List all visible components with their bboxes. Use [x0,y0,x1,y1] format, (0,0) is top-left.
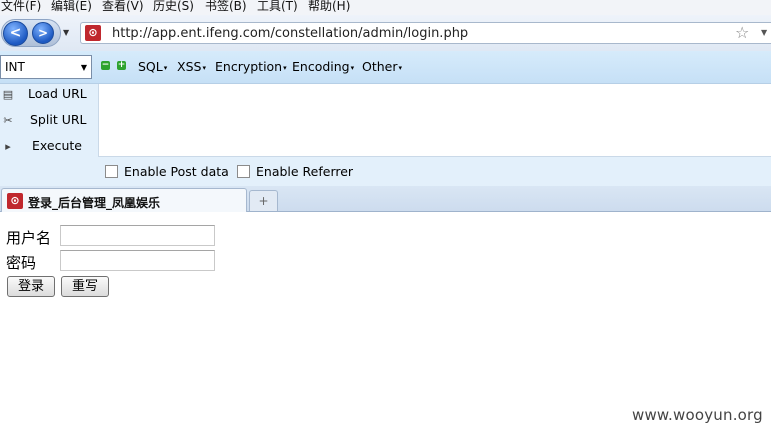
other-menu[interactable]: Other▾ [362,59,402,74]
load-url-icon: ▤ [2,88,14,101]
menu-view[interactable]: 查看(V) [102,0,144,14]
hackbar-url-textarea[interactable] [98,84,771,157]
encryption-menu-label: Encryption [215,59,283,74]
execute-icon: ▸ [5,140,11,153]
split-url-button[interactable]: ✂ Split URL [0,111,98,131]
menu-tools[interactable]: 工具(T) [257,0,298,14]
load-url-label: Load URL [28,86,87,101]
password-label: 密码 [6,254,37,272]
caret-icon: ▾ [350,63,355,72]
load-url-button[interactable]: ▤ Load URL [0,85,98,105]
back-button[interactable]: < [3,21,28,46]
encoding-menu[interactable]: Encoding▾ [292,59,354,74]
site-favicon-icon: ⊙ [85,25,101,41]
tab-favicon-icon: ⊙ [7,193,23,209]
sql-menu-label: SQL [138,59,163,74]
back-arrow-icon: < [9,25,22,41]
watermark: www.wooyun.org [632,406,763,424]
sql-menu[interactable]: SQL▾ [138,59,167,74]
menu-history[interactable]: 历史(S) [153,0,194,14]
url-text[interactable]: http://app.ent.ifeng.com/constellation/a… [112,26,468,41]
tab-login-page[interactable]: ⊙ 登录_后台管理_凤凰娱乐 [1,188,247,212]
tab-strip: ⊙ 登录_后台管理_凤凰娱乐 + [0,186,771,212]
enable-referrer-label: Enable Referrer [256,164,354,179]
checkbox-box[interactable] [237,165,250,178]
split-url-label: Split URL [30,112,87,127]
login-submit-button[interactable]: 登录 [7,276,55,297]
forward-button[interactable]: > [32,22,54,44]
select-value: INT [5,60,25,74]
forward-arrow-icon: > [37,26,49,40]
url-bar[interactable]: ⊙ http://app.ent.ifeng.com/constellation… [80,22,771,44]
scissors-icon: ✂ [3,114,13,127]
menu-bookmarks[interactable]: 书签(B) [205,0,247,14]
hackbar-panel: ▤ Load URL ✂ Split URL ▸ Execute Enable … [0,84,771,186]
caret-icon: ▾ [202,63,206,72]
page-content: 用户名 密码 登录 重写 www.wooyun.org [0,213,771,425]
execute-label: Execute [32,138,82,153]
history-dropdown-icon[interactable]: ▼ [63,28,69,37]
execute-button[interactable]: ▸ Execute [0,137,98,157]
tab-title: 登录_后台管理_凤凰娱乐 [28,196,161,210]
other-menu-label: Other [362,59,398,74]
menu-bar: 文件(F) 编辑(E) 查看(V) 历史(S) 书签(B) 工具(T) 帮助(H… [0,0,771,15]
username-input[interactable] [60,225,215,246]
encoding-menu-label: Encoding [292,59,350,74]
reset-button[interactable]: 重写 [61,276,109,297]
xss-menu[interactable]: XSS▾ [177,59,206,74]
caret-icon: ▾ [163,63,168,72]
plus-icon: + [258,194,269,208]
decrease-icon[interactable]: − [101,61,110,70]
enable-post-data-label: Enable Post data [124,164,229,179]
url-dropdown-icon[interactable]: ▼ [761,28,767,37]
encoding-type-select[interactable]: INT ▼ [0,55,92,79]
new-tab-button[interactable]: + [249,190,278,211]
menu-help[interactable]: 帮助(H) [308,0,350,14]
bookmark-star-icon[interactable]: ☆ [735,23,749,42]
caret-icon: ▾ [398,63,403,72]
nav-buttons: < > [1,19,61,47]
menu-edit[interactable]: 编辑(E) [51,0,92,14]
menu-file[interactable]: 文件(F) [1,0,41,14]
username-label: 用户名 [6,229,52,247]
increase-icon[interactable]: + [117,61,126,70]
select-arrow-icon: ▼ [80,63,87,72]
encryption-menu[interactable]: Encryption▾ [215,59,287,74]
hackbar-toolbar: INT ▼ − + SQL▾ XSS▾ Encryption▾ Encoding… [0,51,771,84]
xss-menu-label: XSS [177,59,202,74]
navigation-bar: < > ▼ ⊙ http://app.ent.ifeng.com/constel… [0,15,771,51]
password-input[interactable] [60,250,215,271]
caret-icon: ▾ [283,63,287,72]
checkbox-box[interactable] [105,165,118,178]
